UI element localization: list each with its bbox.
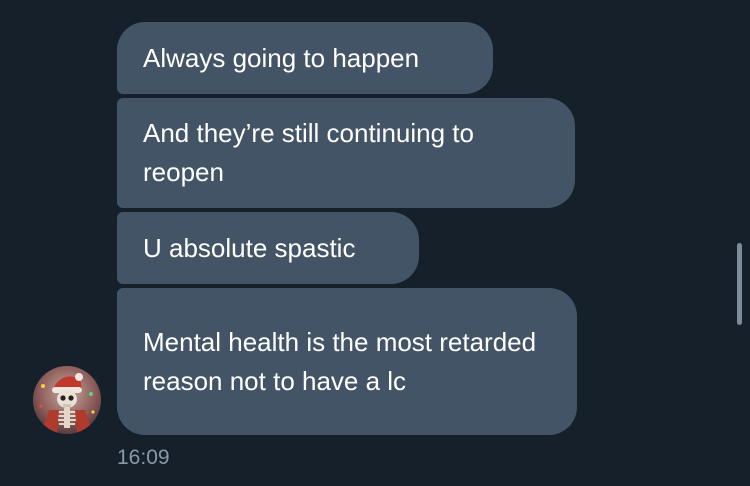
message-text: U absolute spastic	[143, 232, 356, 263]
message-text: Mental health is the most retarded reaso…	[143, 326, 537, 396]
message-bubble[interactable]: Always going to happen	[117, 22, 493, 94]
avatar[interactable]	[33, 366, 101, 434]
message-timestamp: 16:09	[117, 446, 170, 469]
dm-conversation-thread: Always going to happen And they’re still…	[0, 0, 750, 486]
skeleton-avatar-icon	[33, 366, 101, 434]
message-bubble[interactable]: Mental health is the most retarded reaso…	[117, 288, 577, 435]
message-bubble[interactable]: U absolute spastic	[117, 212, 419, 284]
message-text: Always going to happen	[143, 42, 420, 73]
scrollbar-thumb[interactable]	[737, 243, 742, 325]
message-bubble[interactable]: And they’re still continuing to reopen	[117, 98, 575, 208]
message-text: And they’re still continuing to reopen	[143, 118, 474, 187]
